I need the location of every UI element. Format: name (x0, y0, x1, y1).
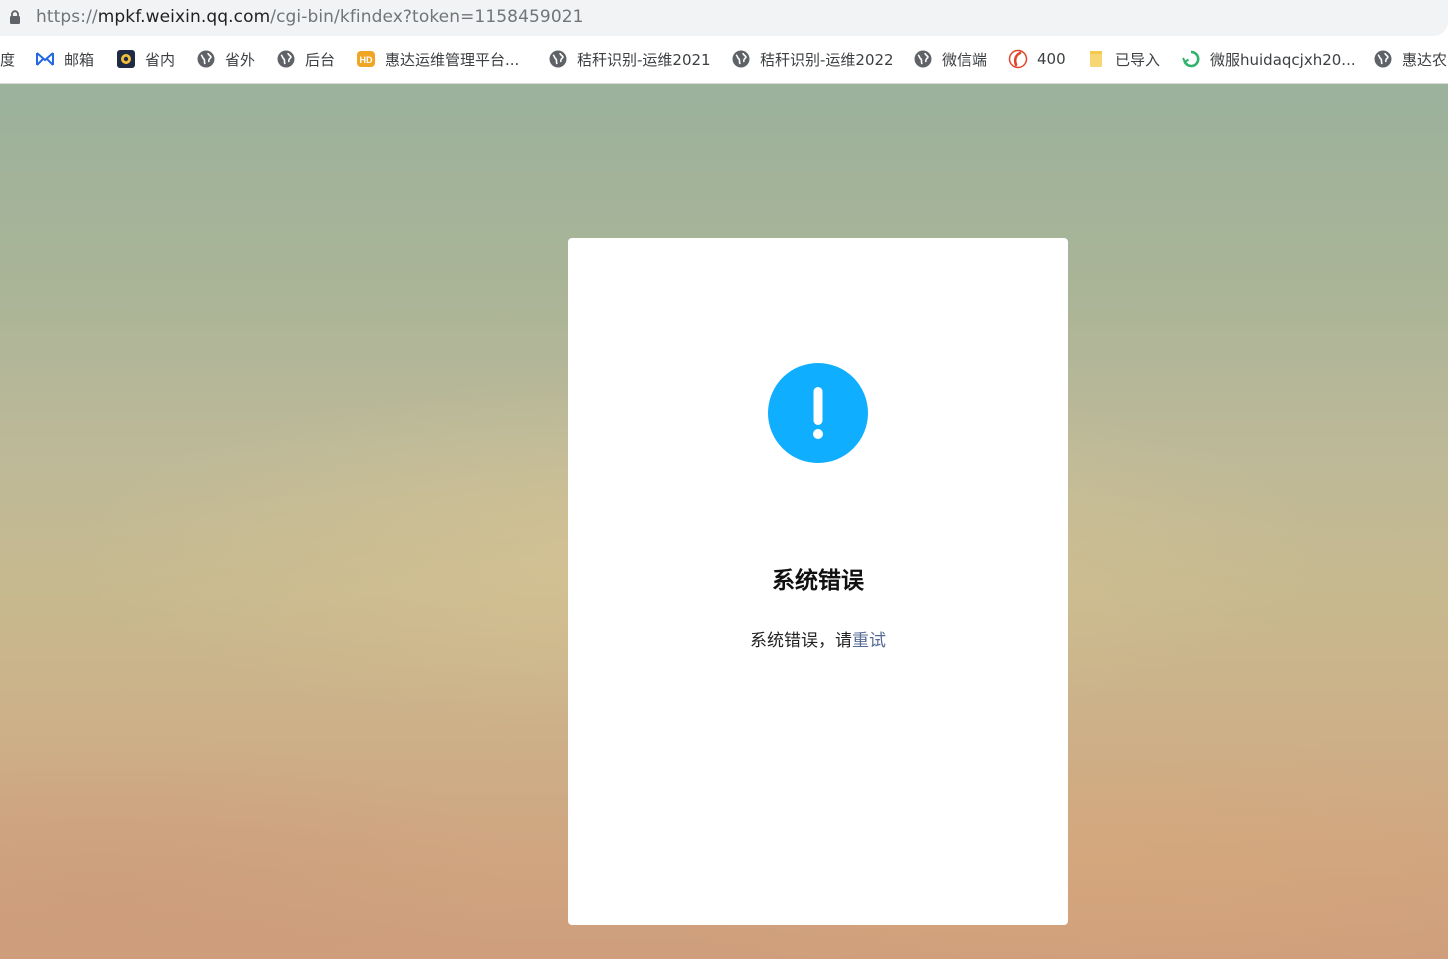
retry-link[interactable]: 重试 (852, 631, 886, 651)
bookmark-label: 微信端 (942, 50, 988, 69)
bookmark-label: 度 (0, 50, 16, 69)
bookmark-label: 省内 (145, 50, 176, 69)
globe-icon (731, 49, 751, 69)
bookmark-item[interactable]: 省内 (116, 48, 175, 70)
warning-icon (768, 363, 868, 463)
bookmark-item[interactable]: 400 (1008, 48, 1066, 70)
bookmark-item[interactable]: 已导入 (1086, 48, 1160, 70)
error-title: 系统错误 (772, 568, 864, 594)
bookmark-label: 400 (1037, 50, 1066, 68)
mail-logo-icon (35, 49, 55, 69)
address-bar[interactable]: https://mpkf.weixin.qq.com/cgi-bin/kfind… (0, 0, 1448, 36)
globe-icon (548, 49, 568, 69)
url-text[interactable]: https://mpkf.weixin.qq.com/cgi-bin/kfind… (36, 7, 584, 27)
bookmark-label: 惠达农 (1402, 50, 1448, 69)
error-message: 系统错误，请重试 (568, 626, 1068, 651)
svg-text:HD: HD (360, 55, 373, 65)
red-phone-icon (1008, 49, 1028, 69)
bookmark-item[interactable]: 省外 (196, 48, 255, 70)
bookmark-label: 后台 (305, 50, 336, 69)
error-card: 系统错误 系统错误，请重试 (568, 238, 1068, 925)
bookmark-item[interactable]: 惠达农 (1373, 48, 1447, 70)
url-scheme: https:// (36, 7, 98, 27)
hd-logo-icon: HD (356, 49, 376, 69)
bookmark-label: 已导入 (1115, 50, 1161, 69)
bookmark-item[interactable]: 邮箱 (35, 48, 94, 70)
bookmark-item[interactable]: 度 (0, 48, 15, 70)
globe-icon (196, 49, 216, 69)
bookmark-label: 微服huidaqcjxh20... (1210, 50, 1356, 69)
bookmark-label: 惠达运维管理平台... (385, 50, 520, 69)
globe-icon (276, 49, 296, 69)
bookmark-item[interactable]: 微服huidaqcjxh20... (1181, 48, 1356, 70)
bookmark-item[interactable]: 微信端 (913, 48, 987, 70)
globe-icon (1373, 49, 1393, 69)
browser-chrome: https://mpkf.weixin.qq.com/cgi-bin/kfind… (0, 0, 1448, 84)
bookmarks-bar: 度 邮箱 省内 省外 后台 HD 惠达运维管理平台... 秸秆识别-运维2021… (0, 40, 1448, 78)
page-background: 系统错误 系统错误，请重试 (0, 84, 1448, 959)
dark-badge-icon (116, 49, 136, 69)
url-domain: mpkf.weixin.qq.com (97, 7, 271, 27)
bookmark-item[interactable]: 后台 (276, 48, 335, 70)
folder-icon (1086, 49, 1106, 69)
bookmark-label: 秸秆识别-运维2021 (577, 50, 711, 69)
bookmark-label: 邮箱 (64, 50, 95, 69)
bookmark-item[interactable]: 秸秆识别-运维2022 (731, 48, 894, 70)
bookmark-label: 秸秆识别-运维2022 (760, 50, 894, 69)
error-message-text: 系统错误，请 (750, 631, 852, 651)
bookmark-item[interactable]: 秸秆识别-运维2021 (548, 48, 711, 70)
green-recycle-icon (1181, 49, 1201, 69)
globe-icon (913, 49, 933, 69)
url-path: /cgi-bin/kfindex?token=1158459021 (270, 7, 584, 27)
lock-icon[interactable] (9, 10, 21, 25)
bookmark-item[interactable]: HD 惠达运维管理平台... (356, 48, 519, 70)
bookmark-label: 省外 (225, 50, 256, 69)
